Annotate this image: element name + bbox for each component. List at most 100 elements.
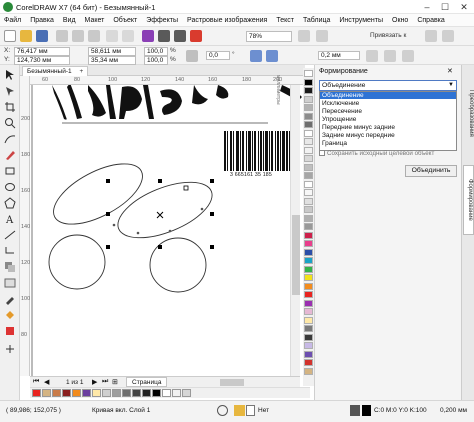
docker-close-icon[interactable]: ✕ bbox=[447, 67, 453, 75]
shaping-operation-select[interactable]: Объединение ▼ bbox=[319, 80, 457, 91]
horizontal-ruler[interactable]: 60 80 100 120 140 160 180 200 bbox=[30, 76, 305, 85]
option-intersect[interactable]: Пересечение bbox=[320, 108, 456, 115]
open-folder-icon[interactable] bbox=[20, 30, 32, 42]
palette-swatch[interactable] bbox=[304, 163, 313, 171]
weld-button[interactable]: Объединить bbox=[405, 165, 457, 177]
color-eyedropper-icon[interactable] bbox=[4, 293, 16, 305]
palette-swatch[interactable] bbox=[304, 265, 313, 273]
option-weld[interactable]: Объединение bbox=[320, 92, 456, 100]
cut-icon[interactable] bbox=[56, 30, 68, 42]
document-palette-swatch[interactable] bbox=[132, 389, 141, 397]
palette-swatch[interactable] bbox=[304, 257, 313, 264]
document-palette-swatch[interactable] bbox=[32, 389, 41, 397]
palette-swatch[interactable] bbox=[304, 350, 313, 358]
add-tab-icon[interactable]: + bbox=[79, 68, 83, 75]
transparency-tool-icon[interactable] bbox=[4, 277, 16, 289]
document-palette-swatch[interactable] bbox=[102, 389, 111, 397]
menu-text[interactable]: Текст bbox=[276, 17, 294, 24]
page-tab[interactable]: Страница bbox=[126, 377, 168, 387]
menu-tools[interactable]: Инструменты bbox=[339, 17, 383, 24]
first-page-icon[interactable]: ⏮ bbox=[33, 378, 39, 386]
document-palette-swatch[interactable] bbox=[62, 389, 71, 397]
option-boundary[interactable]: Граница bbox=[320, 140, 456, 147]
drawing-canvas[interactable]: 3 665161 35 185 bbox=[30, 85, 305, 376]
line-style-icon[interactable] bbox=[366, 50, 378, 62]
mirror-vertical-icon[interactable] bbox=[266, 50, 278, 62]
parallel-dimension-icon[interactable] bbox=[4, 229, 16, 241]
close-curve-icon[interactable] bbox=[402, 50, 414, 62]
menu-bitmaps[interactable]: Растровые изображения bbox=[187, 17, 267, 24]
add-page-icon[interactable]: ⊞ bbox=[112, 378, 118, 386]
smart-fill-icon[interactable] bbox=[4, 325, 16, 337]
keep-target-option[interactable]: Сохранить исходный целевой объект bbox=[319, 150, 459, 159]
drop-shadow-icon[interactable] bbox=[4, 261, 16, 273]
vertical-ruler[interactable]: 200 180 160 140 120 100 80 bbox=[20, 76, 30, 376]
option-trim[interactable]: Исключение bbox=[320, 100, 456, 107]
rectangle-tool-icon[interactable] bbox=[4, 165, 16, 177]
palette-swatch[interactable] bbox=[304, 342, 313, 349]
document-palette-swatch[interactable] bbox=[182, 389, 191, 397]
document-palette-swatch[interactable] bbox=[72, 389, 81, 397]
prev-page-icon[interactable]: ◀ bbox=[44, 378, 49, 386]
tab-shaping[interactable]: Формирование bbox=[463, 165, 474, 235]
palette-swatch[interactable] bbox=[304, 78, 313, 86]
add-tool-icon[interactable] bbox=[4, 343, 16, 355]
rulers-icon[interactable] bbox=[316, 30, 328, 42]
palette-swatch[interactable] bbox=[304, 172, 313, 179]
palette-swatch[interactable] bbox=[304, 121, 313, 128]
ellipse-tool-icon[interactable] bbox=[4, 181, 16, 193]
text-tool-icon[interactable]: A bbox=[4, 213, 16, 226]
publish-pdf-icon[interactable] bbox=[190, 30, 202, 42]
scrollbar-thumb[interactable] bbox=[292, 215, 300, 295]
palette-swatch[interactable] bbox=[304, 333, 313, 341]
freehand-tool-icon[interactable] bbox=[4, 133, 16, 145]
palette-swatch[interactable] bbox=[304, 206, 313, 213]
snap-to-dropdown[interactable]: Привязать к bbox=[370, 32, 406, 39]
options-icon[interactable] bbox=[425, 30, 437, 42]
document-tab[interactable]: Безымянный-1 + bbox=[22, 66, 89, 76]
minimize-button[interactable]: – bbox=[418, 1, 436, 13]
menu-effects[interactable]: Эффекты bbox=[146, 17, 178, 24]
zoom-tool-icon[interactable] bbox=[4, 117, 16, 129]
interactive-fill-icon[interactable] bbox=[4, 309, 16, 321]
x-position-input[interactable]: 76,417 мм bbox=[14, 47, 70, 56]
option-simplify[interactable]: Упрощение bbox=[320, 116, 456, 123]
menu-edit[interactable]: Правка bbox=[30, 17, 54, 24]
palette-swatch[interactable] bbox=[304, 231, 313, 239]
document-palette-swatch[interactable] bbox=[152, 389, 161, 397]
shape-tool-icon[interactable] bbox=[4, 85, 16, 97]
palette-swatch[interactable] bbox=[304, 282, 313, 290]
menu-object[interactable]: Объект bbox=[113, 17, 137, 24]
chevron-down-icon[interactable]: ▼ bbox=[448, 81, 454, 90]
palette-swatch[interactable] bbox=[304, 155, 313, 162]
menu-help[interactable]: Справка bbox=[417, 17, 444, 24]
document-palette-swatch[interactable] bbox=[162, 389, 171, 397]
height-input[interactable]: 35,34 мм bbox=[88, 56, 136, 65]
outline-pen-icon[interactable] bbox=[350, 405, 360, 416]
document-palette-swatch[interactable] bbox=[42, 389, 51, 397]
menu-view[interactable]: Вид bbox=[63, 17, 76, 24]
palette-swatch[interactable] bbox=[304, 146, 313, 154]
palette-swatch[interactable] bbox=[304, 299, 313, 307]
paste-icon[interactable] bbox=[88, 30, 100, 42]
palette-swatch[interactable] bbox=[304, 197, 313, 205]
palette-swatch[interactable] bbox=[304, 291, 313, 298]
palette-swatch[interactable] bbox=[304, 274, 313, 281]
document-palette-swatch[interactable] bbox=[92, 389, 101, 397]
palette-swatch[interactable] bbox=[304, 87, 313, 94]
palette-swatch[interactable] bbox=[304, 129, 313, 137]
maximize-button[interactable]: ☐ bbox=[436, 1, 454, 13]
outline-width-select[interactable]: 0,2 мм bbox=[318, 51, 360, 60]
menu-file[interactable]: Файл bbox=[4, 17, 21, 24]
document-palette-swatch[interactable] bbox=[112, 389, 121, 397]
document-palette-swatch[interactable] bbox=[52, 389, 61, 397]
palette-swatch[interactable] bbox=[304, 138, 313, 145]
palette-swatch[interactable] bbox=[304, 180, 313, 188]
connector-tool-icon[interactable] bbox=[4, 245, 16, 257]
document-palette-swatch[interactable] bbox=[172, 389, 181, 397]
artistic-media-icon[interactable] bbox=[4, 149, 16, 161]
search-content-icon[interactable] bbox=[142, 30, 154, 42]
menu-window[interactable]: Окно bbox=[392, 17, 408, 24]
export-icon[interactable] bbox=[174, 30, 186, 42]
palette-swatch[interactable] bbox=[304, 95, 313, 103]
